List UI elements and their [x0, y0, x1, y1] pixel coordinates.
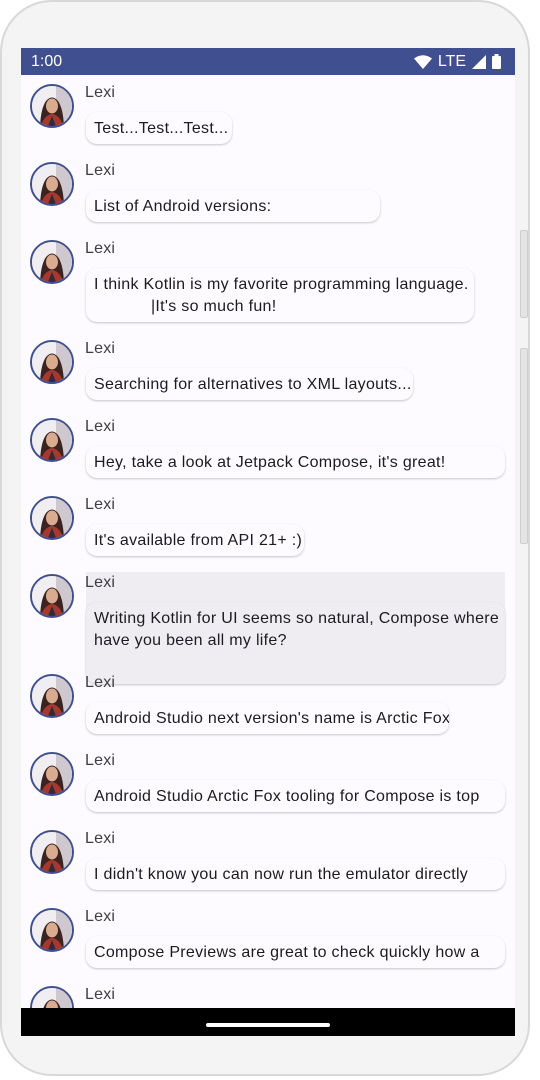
author-avatar[interactable]: [30, 418, 74, 462]
author-avatar[interactable]: [30, 830, 74, 874]
device-frame: 1:00 LTE Lexi Test...Test...Test... Lexi…: [0, 0, 530, 1076]
author-name: Lexi: [85, 418, 116, 435]
author-avatar[interactable]: [30, 496, 74, 540]
network-type: LTE: [437, 52, 466, 70]
author-name: Lexi: [85, 908, 116, 925]
status-icons: LTE: [413, 52, 501, 71]
author-avatar[interactable]: [30, 986, 74, 1008]
author-avatar[interactable]: [30, 84, 74, 128]
author-name: Lexi: [85, 752, 116, 769]
volume-button: [520, 348, 528, 544]
author-name: Lexi: [85, 574, 116, 591]
message-bubble[interactable]: Compose Previews are great to check quic…: [86, 936, 505, 968]
message-bubble[interactable]: Android Studio next version's name is Ar…: [86, 702, 449, 734]
author-avatar[interactable]: [30, 340, 74, 384]
message-bubble[interactable]: Android Studio Arctic Fox tooling for Co…: [86, 780, 505, 812]
author-avatar[interactable]: [30, 908, 74, 952]
app-screen: 1:00 LTE Lexi Test...Test...Test... Lexi…: [21, 48, 515, 1036]
author-avatar[interactable]: [30, 162, 74, 206]
author-name: Lexi: [85, 240, 116, 257]
author-name: Lexi: [85, 340, 116, 357]
message-bubble[interactable]: I didn't know you can now run the emulat…: [86, 858, 505, 890]
author-name: Lexi: [85, 162, 116, 179]
battery-icon: [492, 54, 501, 69]
status-bar: 1:00 LTE: [21, 48, 515, 75]
author-name: Lexi: [85, 84, 116, 101]
message-bubble[interactable]: I think Kotlin is my favorite programmin…: [86, 268, 474, 322]
message-bubble[interactable]: Searching for alternatives to XML layout…: [86, 368, 413, 400]
status-time: 1:00: [31, 52, 63, 70]
signal-icon: [472, 54, 486, 69]
power-button: [520, 230, 528, 318]
author-avatar[interactable]: [30, 574, 74, 618]
author-name: Lexi: [85, 830, 116, 847]
author-avatar[interactable]: [30, 752, 74, 796]
message-bubble[interactable]: It's available from API 21+ :): [86, 524, 304, 556]
message-bubble[interactable]: Writing Kotlin for UI seems so natural, …: [86, 602, 505, 684]
wifi-icon: [413, 54, 432, 69]
message-bubble[interactable]: List of Android versions:: [86, 190, 380, 222]
message-bubble[interactable]: Hey, take a look at Jetpack Compose, it'…: [86, 446, 505, 478]
author-name: Lexi: [85, 986, 116, 1003]
home-handle[interactable]: [206, 1023, 330, 1027]
message-bubble[interactable]: Test...Test...Test...: [86, 112, 232, 144]
author-avatar[interactable]: [30, 674, 74, 718]
navigation-bar: [21, 1008, 515, 1036]
author-name: Lexi: [85, 496, 116, 513]
message-list[interactable]: Lexi Test...Test...Test... Lexi List of …: [21, 75, 515, 1008]
author-avatar[interactable]: [30, 240, 74, 284]
author-name: Lexi: [85, 674, 116, 691]
